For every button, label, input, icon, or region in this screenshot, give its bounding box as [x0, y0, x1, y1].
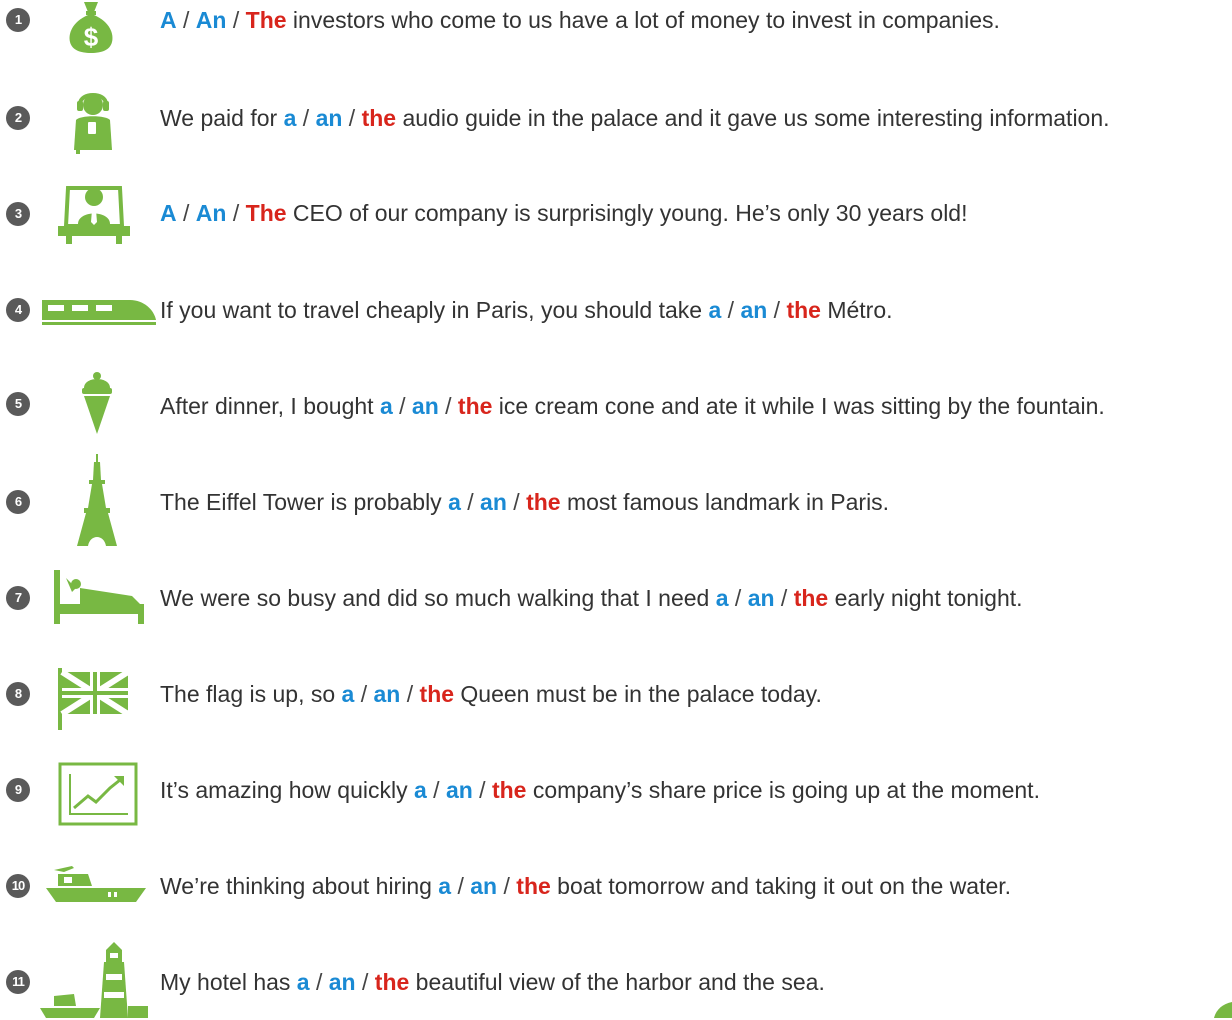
- option-a[interactable]: a: [708, 297, 721, 323]
- svg-text:$: $: [84, 22, 99, 52]
- sentence: A / An / The investors who come to us ha…: [160, 7, 1000, 33]
- sentence: The Eiffel Tower is probably a / an / th…: [160, 489, 890, 515]
- sentence-end: beautiful view of the harbor and the sea…: [409, 969, 825, 995]
- sentence: The flag is up, so a / an / the Queen mu…: [160, 681, 822, 707]
- option-a[interactable]: a: [414, 777, 427, 803]
- sentence-start: We were so busy and did so much walking …: [160, 585, 716, 611]
- sentence: A / An / The CEO of our company is surpr…: [160, 200, 968, 226]
- sentence-start: My hotel has: [160, 969, 297, 995]
- exercise-item: 5 After dinner, I bought a / an / the ic…: [0, 366, 1232, 446]
- rising-chart-icon: [58, 762, 138, 826]
- sentence-end: company’s share price is going up at the…: [526, 777, 1040, 803]
- option-an[interactable]: an: [470, 873, 497, 899]
- sentence-end: audio guide in the palace and it gave us…: [396, 105, 1110, 131]
- option-the[interactable]: the: [458, 393, 493, 419]
- exercise-item: 9 It’s amazing how quickly a / an / the …: [0, 752, 1232, 832]
- option-a[interactable]: a: [448, 489, 461, 515]
- option-a[interactable]: a: [297, 969, 310, 995]
- option-the[interactable]: the: [362, 105, 397, 131]
- option-an[interactable]: an: [412, 393, 439, 419]
- option-an[interactable]: an: [480, 489, 507, 515]
- option-the[interactable]: The: [246, 200, 287, 226]
- option-an[interactable]: an: [316, 105, 343, 131]
- option-the[interactable]: the: [420, 681, 455, 707]
- ceo-icon: [56, 178, 132, 244]
- option-a[interactable]: a: [716, 585, 729, 611]
- sentence-start: If you want to travel cheaply in Paris, …: [160, 297, 709, 323]
- eiffel-tower-icon: [76, 454, 118, 546]
- sentence: We were so busy and did so much walking …: [160, 585, 1023, 611]
- sentence-end: ice cream cone and ate it while I was si…: [492, 393, 1105, 419]
- option-the[interactable]: the: [794, 585, 829, 611]
- sentence-start: The flag is up, so: [160, 681, 342, 707]
- option-a[interactable]: a: [438, 873, 451, 899]
- option-an[interactable]: an: [329, 969, 356, 995]
- sentence-start: We paid for: [160, 105, 284, 131]
- option-an[interactable]: An: [196, 7, 227, 33]
- bed-icon: [52, 570, 146, 626]
- option-an[interactable]: an: [446, 777, 473, 803]
- money-bag-icon: $: [66, 0, 116, 54]
- item-number-badge: 11: [6, 970, 30, 994]
- option-an[interactable]: An: [196, 200, 227, 226]
- sentence-start: The Eiffel Tower is probably: [160, 489, 449, 515]
- exercise-item: 10 We’re thinking about hiring a / an / …: [0, 852, 1232, 932]
- exercise-item: 8 The flag is up, so a / an / the Queen …: [0, 664, 1232, 744]
- item-number-badge: 3: [6, 202, 30, 226]
- train-icon: [40, 296, 158, 326]
- option-a[interactable]: A: [160, 200, 177, 226]
- item-number-badge: 9: [6, 778, 30, 802]
- item-number-badge: 4: [6, 298, 30, 322]
- item-number-badge: 6: [6, 490, 30, 514]
- sentence: My hotel has a / an / the beautiful view…: [160, 969, 825, 995]
- item-number-badge: 1: [6, 8, 30, 32]
- item-number-badge: 10: [6, 874, 30, 898]
- option-the[interactable]: the: [516, 873, 551, 899]
- item-number-badge: 8: [6, 682, 30, 706]
- audio-guide-icon: [68, 88, 118, 154]
- sentence-end: Métro.: [820, 297, 893, 323]
- exercise-item: 11 My hotel has a / an / the beautiful v…: [0, 940, 1232, 1020]
- exercise-item: 3 A / An / The CEO of our company is sur…: [0, 178, 1232, 258]
- option-the[interactable]: the: [526, 489, 561, 515]
- sentence-end: boat tomorrow and taking it out on the w…: [550, 873, 1012, 899]
- sentence-end: Queen must be in the palace today.: [454, 681, 822, 707]
- option-a[interactable]: a: [380, 393, 393, 419]
- sentence-end: most famous landmark in Paris.: [560, 489, 890, 515]
- option-a[interactable]: a: [284, 105, 297, 131]
- option-a[interactable]: a: [342, 681, 355, 707]
- option-the[interactable]: the: [786, 297, 821, 323]
- sentence-end: CEO of our company is surprisingly young…: [286, 200, 968, 226]
- sentence: If you want to travel cheaply in Paris, …: [160, 297, 893, 323]
- union-flag-icon: [56, 668, 132, 730]
- sentence: We paid for a / an / the audio guide in …: [160, 105, 1110, 131]
- item-number-badge: 2: [6, 106, 30, 130]
- sentence-start: After dinner, I bought: [160, 393, 380, 419]
- exercise-item: 6 The Eiffel Tower is probably a / an / …: [0, 454, 1232, 546]
- boat-icon: [44, 864, 148, 904]
- option-an[interactable]: an: [740, 297, 767, 323]
- sentence: We’re thinking about hiring a / an / the…: [160, 873, 1012, 899]
- option-an[interactable]: an: [748, 585, 775, 611]
- option-a[interactable]: A: [160, 7, 177, 33]
- exercise-item: 4 If you want to travel cheaply in Paris…: [0, 272, 1232, 352]
- option-an[interactable]: an: [374, 681, 401, 707]
- sentence: After dinner, I bought a / an / the ice …: [160, 393, 1105, 419]
- option-the[interactable]: the: [375, 969, 410, 995]
- sentence-end: investors who come to us have a lot of m…: [286, 7, 1000, 33]
- sentence: It’s amazing how quickly a / an / the co…: [160, 777, 1040, 803]
- sentence-start: We’re thinking about hiring: [160, 873, 439, 899]
- option-the[interactable]: the: [492, 777, 527, 803]
- leaf-icon: [1212, 1002, 1232, 1018]
- ice-cream-icon: [80, 368, 114, 436]
- exercise-item: 7 We were so busy and did so much walkin…: [0, 568, 1232, 648]
- option-the[interactable]: The: [246, 7, 287, 33]
- item-number-badge: 5: [6, 392, 30, 416]
- lighthouse-harbor-icon: [38, 940, 150, 1018]
- sentence-end: early night tonight.: [828, 585, 1023, 611]
- exercise-item: 2 We paid for a / an / the audio guide i…: [0, 88, 1232, 168]
- exercise-item: 1 $ A / An / The investors who come to u…: [0, 0, 1232, 80]
- item-number-badge: 7: [6, 586, 30, 610]
- sentence-start: It’s amazing how quickly: [160, 777, 414, 803]
